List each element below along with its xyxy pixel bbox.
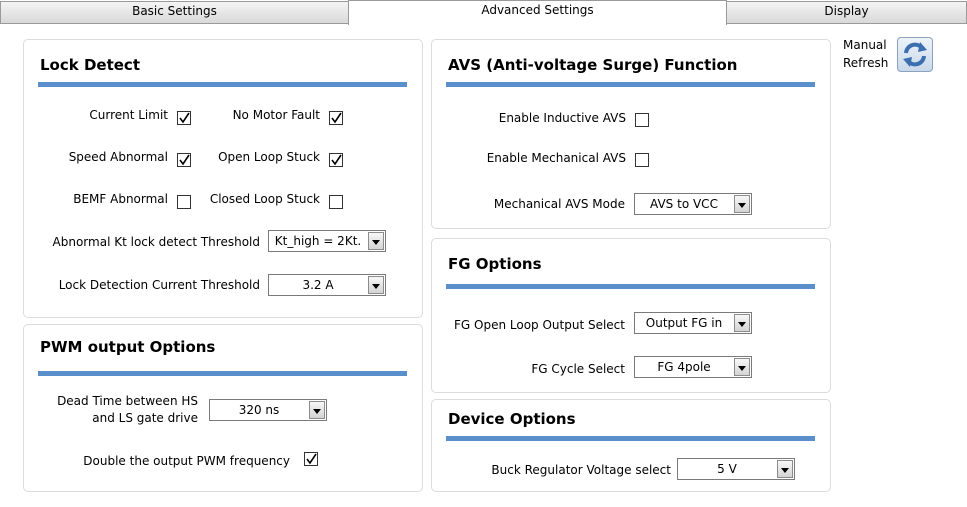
refresh-icon bbox=[903, 42, 927, 67]
fg-cycle-label: FG Cycle Select bbox=[531, 362, 625, 376]
closed-loop-stuck-checkbox[interactable] bbox=[329, 195, 343, 209]
mechanical-avs-checkbox[interactable] bbox=[635, 153, 649, 167]
dead-time-value: 320 ns bbox=[238, 403, 280, 417]
lock-detect-title: Lock Detect bbox=[40, 56, 140, 74]
no-motor-fault-checkbox[interactable] bbox=[329, 111, 343, 125]
checkmark-icon bbox=[179, 154, 190, 166]
double-pwm-label: Double the output PWM frequency bbox=[83, 454, 290, 468]
manual-refresh-button[interactable] bbox=[897, 37, 933, 72]
checkmark-icon bbox=[331, 154, 342, 166]
avs-divider bbox=[446, 82, 815, 87]
manual-refresh-label-line1: Manual bbox=[843, 38, 887, 52]
checkmark-icon bbox=[331, 112, 342, 124]
fg-open-loop-dropdown[interactable]: Output FG in bbox=[634, 312, 752, 334]
buck-voltage-label: Buck Regulator Voltage select bbox=[491, 463, 671, 477]
chevron-down-icon[interactable] bbox=[734, 314, 750, 332]
tab-display[interactable]: Display bbox=[726, 1, 967, 24]
kt-threshold-dropdown[interactable]: Kt_high = 2Kt. bbox=[268, 230, 386, 252]
buck-voltage-dropdown[interactable]: 5 V bbox=[677, 458, 795, 480]
dead-time-dropdown[interactable]: 320 ns bbox=[209, 399, 327, 421]
inductive-avs-checkbox[interactable] bbox=[635, 113, 649, 127]
buck-voltage-value: 5 V bbox=[717, 462, 737, 476]
device-options-title: Device Options bbox=[448, 410, 576, 428]
lock-detect-divider bbox=[38, 82, 407, 87]
kt-threshold-label: Abnormal Kt lock detect Threshold bbox=[52, 235, 260, 249]
mechanical-avs-mode-dropdown[interactable]: AVS to VCC bbox=[634, 193, 752, 215]
current-threshold-label: Lock Detection Current Threshold bbox=[58, 278, 260, 292]
fg-cycle-dropdown[interactable]: FG 4pole bbox=[634, 356, 752, 378]
closed-loop-stuck-label: Closed Loop Stuck bbox=[209, 192, 320, 206]
fg-open-loop-value: Output FG in bbox=[645, 316, 723, 330]
tab-basic-settings[interactable]: Basic Settings bbox=[0, 1, 349, 24]
chevron-down-icon[interactable] bbox=[734, 195, 750, 213]
fg-options-divider bbox=[446, 284, 815, 289]
open-loop-stuck-checkbox[interactable] bbox=[329, 153, 343, 167]
mechanical-avs-mode-label: Mechanical AVS Mode bbox=[493, 197, 625, 211]
pwm-options-title: PWM output Options bbox=[40, 338, 216, 356]
inductive-avs-label: Enable Inductive AVS bbox=[498, 111, 626, 125]
tab-advanced-settings[interactable]: Advanced Settings bbox=[348, 0, 727, 25]
tab-basic-settings-label: Basic Settings bbox=[132, 4, 217, 18]
current-limit-label: Current Limit bbox=[89, 108, 168, 122]
chevron-down-icon[interactable] bbox=[368, 232, 384, 250]
no-motor-fault-label: No Motor Fault bbox=[232, 108, 320, 122]
fg-options-title: FG Options bbox=[448, 255, 542, 273]
chevron-down-icon[interactable] bbox=[734, 358, 750, 376]
double-pwm-checkbox[interactable] bbox=[304, 452, 318, 466]
tab-bar: Basic Settings Advanced Settings Display bbox=[0, 0, 967, 25]
speed-abnormal-checkbox[interactable] bbox=[177, 153, 191, 167]
chevron-down-icon[interactable] bbox=[309, 401, 325, 419]
device-options-divider bbox=[446, 436, 815, 441]
manual-refresh-label-line2: Refresh bbox=[843, 56, 889, 70]
avs-title: AVS (Anti-voltage Surge) Function bbox=[448, 56, 738, 74]
bemf-abnormal-checkbox[interactable] bbox=[177, 195, 191, 209]
tab-display-label: Display bbox=[824, 4, 869, 18]
checkmark-icon bbox=[306, 453, 317, 465]
mechanical-avs-label: Enable Mechanical AVS bbox=[486, 151, 626, 165]
fg-cycle-value: FG 4pole bbox=[657, 360, 711, 374]
bemf-abnormal-label: BEMF Abnormal bbox=[73, 192, 168, 206]
current-limit-checkbox[interactable] bbox=[177, 111, 191, 125]
chevron-down-icon[interactable] bbox=[368, 276, 384, 294]
mechanical-avs-mode-value: AVS to VCC bbox=[650, 197, 718, 211]
tab-advanced-settings-label: Advanced Settings bbox=[481, 3, 594, 17]
speed-abnormal-label: Speed Abnormal bbox=[68, 150, 168, 164]
kt-threshold-value: Kt_high = 2Kt. bbox=[274, 234, 362, 248]
open-loop-stuck-label: Open Loop Stuck bbox=[218, 150, 320, 164]
pwm-options-divider bbox=[38, 371, 407, 376]
fg-open-loop-label: FG Open Loop Output Select bbox=[454, 318, 625, 332]
chevron-down-icon[interactable] bbox=[777, 460, 793, 478]
current-threshold-dropdown[interactable]: 3.2 A bbox=[268, 274, 386, 296]
current-threshold-value: 3.2 A bbox=[302, 278, 334, 292]
dead-time-label-line2: and LS gate drive bbox=[92, 411, 198, 425]
dead-time-label-line1: Dead Time between HS bbox=[57, 394, 198, 408]
checkmark-icon bbox=[179, 112, 190, 124]
